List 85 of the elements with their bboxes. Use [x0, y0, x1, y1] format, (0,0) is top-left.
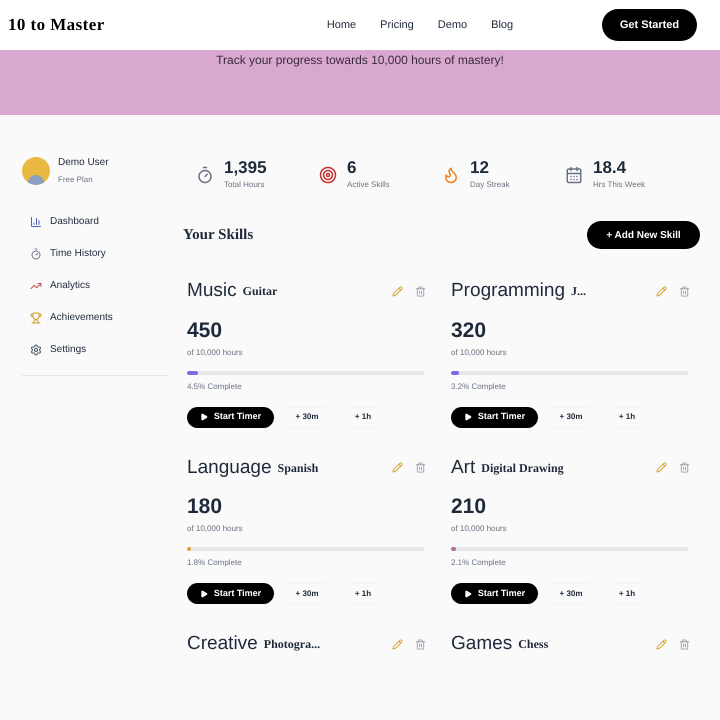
get-started-button[interactable]: Get Started: [602, 9, 697, 41]
stat-value: 1,395: [224, 159, 267, 176]
skill-subtitle: Spanish: [278, 460, 318, 477]
add-30m-button[interactable]: + 30m: [543, 406, 599, 428]
delete-icon[interactable]: [679, 286, 690, 297]
edit-icon[interactable]: [656, 462, 667, 474]
percent-complete: 3.2% Complete: [451, 380, 507, 392]
hours-caption: of 10,000 hours: [451, 523, 508, 535]
play-icon: [464, 590, 472, 598]
delete-icon[interactable]: [679, 638, 690, 650]
start-timer-button[interactable]: Start Timer: [187, 583, 274, 604]
start-timer-button[interactable]: Start Timer: [451, 406, 538, 428]
hours-caption: of 10,000 hours: [187, 523, 244, 535]
add-1h-button[interactable]: + 1h: [604, 583, 650, 604]
sidebar-item[interactable]: Dashboard: [50, 214, 99, 229]
skill-name: Music: [187, 279, 237, 303]
nav-link[interactable]: Blog: [491, 16, 514, 34]
hours-caption: of 10,000 hours: [187, 346, 244, 358]
add-skill-button[interactable]: + Add New Skill: [587, 221, 700, 249]
user-name: Demo User: [58, 156, 109, 170]
delete-icon[interactable]: [415, 638, 426, 650]
stat-label: Day Streak: [470, 179, 510, 191]
start-timer-button[interactable]: Start Timer: [451, 583, 538, 604]
delete-icon[interactable]: [679, 462, 690, 474]
play-icon: [200, 413, 208, 421]
avatar: [22, 156, 50, 184]
user-plan: Free Plan: [58, 174, 94, 186]
percent-complete: 4.5% Complete: [187, 380, 243, 392]
stat-value: 6: [347, 159, 358, 176]
section-title: Your Skills: [183, 226, 254, 245]
nav-link[interactable]: Pricing: [380, 16, 414, 34]
percent-complete: 1.8% Complete: [187, 557, 243, 569]
play-icon: [200, 590, 208, 598]
start-timer-button[interactable]: Start Timer: [187, 406, 274, 428]
stat-label: Total Hours: [224, 179, 266, 191]
add-30m-button[interactable]: + 30m: [543, 583, 599, 604]
trophy-icon: [30, 312, 42, 324]
sidebar-item[interactable]: Analytics: [50, 278, 90, 293]
nav-link[interactable]: Demo: [438, 16, 468, 34]
skill-name: Art: [451, 456, 476, 480]
add-1h-button[interactable]: + 1h: [340, 406, 386, 428]
edit-icon[interactable]: [656, 638, 667, 650]
add-1h-button[interactable]: + 1h: [604, 406, 650, 428]
stopwatch-icon: [30, 248, 42, 260]
calendar-icon: [565, 166, 583, 184]
skill-hours: 180: [187, 496, 224, 517]
target-icon: [319, 166, 337, 184]
edit-icon[interactable]: [392, 638, 403, 650]
edit-icon[interactable]: [392, 462, 403, 474]
play-icon: [464, 413, 472, 421]
add-30m-button[interactable]: + 30m: [279, 406, 335, 428]
skill-name: Creative: [187, 632, 258, 656]
settings-icon: [30, 344, 42, 356]
stopwatch-icon: [196, 166, 214, 184]
flame-icon: [442, 166, 460, 184]
nav-link[interactable]: Home: [326, 16, 356, 34]
skill-hours: 450: [187, 320, 224, 340]
stat-label: Active Skills: [347, 179, 390, 191]
delete-icon[interactable]: [415, 462, 426, 474]
percent-complete: 2.1% Complete: [451, 557, 507, 569]
bar-chart-icon: [30, 216, 42, 228]
sidebar-item[interactable]: Time History: [50, 246, 106, 261]
skill-hours: 210: [451, 496, 488, 517]
stat-value: 18.4: [593, 159, 628, 176]
hours-caption: of 10,000 hours: [451, 346, 508, 358]
sidebar-item[interactable]: Achievements: [50, 310, 113, 325]
logo: 10 to Master: [8, 14, 106, 36]
add-1h-button[interactable]: + 1h: [340, 583, 386, 604]
add-30m-button[interactable]: + 30m: [279, 583, 335, 604]
skill-subtitle: Chess: [518, 636, 548, 654]
skill-subtitle: Digital Drawing: [481, 460, 564, 477]
banner-text: Track your progress towards 10,000 hours of mastery!: [216, 52, 504, 69]
skill-hours: 320: [451, 320, 488, 340]
skill-subtitle: Photogra...: [264, 636, 320, 654]
stat-value: 12: [470, 159, 490, 176]
skill-name: Language: [187, 456, 272, 480]
skill-name: Programming: [451, 279, 566, 303]
skill-subtitle: Guitar: [242, 283, 278, 300]
skill-name: Games: [451, 632, 512, 656]
skill-subtitle: J...: [571, 283, 586, 300]
edit-icon[interactable]: [656, 286, 667, 297]
stat-label: Hrs This Week: [593, 179, 646, 191]
edit-icon[interactable]: [392, 286, 403, 297]
delete-icon[interactable]: [415, 286, 426, 297]
sidebar-item[interactable]: Settings: [50, 342, 86, 357]
